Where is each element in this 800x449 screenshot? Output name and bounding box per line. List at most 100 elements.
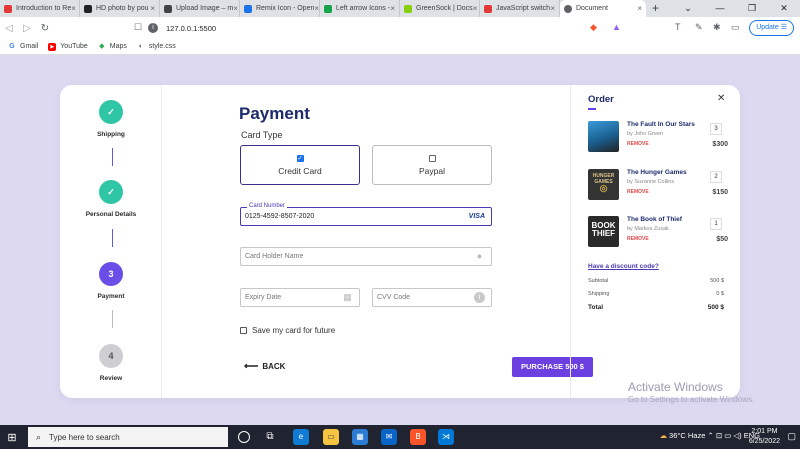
remove-button[interactable]: REMOVE: [627, 141, 649, 147]
address-bar[interactable]: i 127.0.0.1:5500: [148, 20, 626, 36]
discount-link[interactable]: Have a discount code?: [588, 263, 659, 270]
close-icon[interactable]: ×: [233, 4, 238, 13]
browser-tab[interactable]: Remix Icon - Open ×: [240, 0, 320, 17]
extensions-icon[interactable]: ✱: [713, 22, 721, 33]
close-icon[interactable]: ✕: [717, 93, 725, 104]
minimize-button[interactable]: —: [704, 0, 736, 17]
edge-icon[interactable]: e: [293, 429, 309, 445]
task-view-icon[interactable]: ⧉: [262, 429, 278, 445]
brave-rewards-icon[interactable]: ▲: [612, 22, 621, 32]
close-icon[interactable]: ×: [390, 4, 395, 13]
brave-icon[interactable]: B: [410, 429, 426, 445]
reload-icon[interactable]: ↻: [36, 23, 54, 34]
tab-strip: Introduction to Re × HD photo by pou × Upl…: [0, 0, 800, 17]
remove-button[interactable]: REMOVE: [627, 236, 649, 242]
bookmark-youtube[interactable]: ▶ YouTube: [48, 42, 88, 51]
credit-card-option[interactable]: ✓ Credit Card: [240, 145, 360, 185]
close-icon[interactable]: ×: [71, 4, 76, 13]
step-personal-details[interactable]: ✓ Personal Details: [60, 180, 162, 218]
taskbar-search[interactable]: ⌕ Type here to search: [28, 427, 228, 447]
card-type-label: Card Type: [241, 130, 283, 140]
checkbox-checked-icon: ✓: [296, 155, 304, 162]
browser-tab[interactable]: Upload Image – m ×: [160, 0, 240, 17]
tab-favicon-icon: [244, 4, 252, 13]
vscode-icon[interactable]: ⋊: [438, 429, 454, 445]
book-cover: BOOK THIEF: [588, 216, 619, 247]
browser-tab-active[interactable]: Document ×: [560, 0, 646, 17]
maps-icon: ◆: [99, 42, 105, 50]
order-title: Order: [588, 94, 614, 105]
expiry-date-field[interactable]: Expiry Date ▦: [240, 288, 360, 307]
cortana-icon[interactable]: [238, 431, 250, 443]
quantity-input[interactable]: 2: [710, 171, 722, 183]
browser-tab[interactable]: Introduction to Re ×: [0, 0, 80, 17]
back-icon[interactable]: ◁: [0, 23, 18, 34]
bookmark-gmail[interactable]: G Gmail: [8, 43, 38, 51]
brave-shield-icon[interactable]: ◆: [590, 22, 597, 33]
book-cover: [588, 121, 619, 152]
order-item: The Fault In Our Stars by John Green REM…: [588, 121, 728, 155]
back-button[interactable]: ⟵ BACK: [244, 361, 285, 372]
info-icon: i: [474, 292, 485, 303]
tab-favicon-icon: [404, 4, 412, 13]
weather-icon[interactable]: ☁: [659, 431, 667, 440]
item-price: $50: [716, 236, 728, 243]
close-icon[interactable]: ×: [550, 4, 555, 13]
calendar-icon: ▦: [343, 292, 352, 302]
page-title: Payment: [239, 104, 310, 123]
payment-form: Payment Card Type ✓ Credit Card Paypal C…: [162, 85, 593, 398]
close-icon[interactable]: ×: [637, 4, 642, 13]
browser-tab[interactable]: Left arrow Icons - ×: [320, 0, 400, 17]
bookmark-icon[interactable]: ☐: [134, 22, 142, 33]
step-number: 4: [99, 344, 123, 368]
browser-tab[interactable]: HD photo by pou ×: [80, 0, 160, 17]
translate-icon[interactable]: T: [675, 22, 681, 32]
tab-favicon-icon: [564, 4, 572, 13]
card-number-field[interactable]: Card Number 0125-4592-8507-2020 VISA: [240, 202, 492, 226]
tab-search-icon[interactable]: ⌄: [672, 0, 704, 17]
quantity-input[interactable]: 3: [710, 123, 722, 135]
card-holder-field[interactable]: Card Holder Name ●: [240, 247, 492, 266]
new-tab-button[interactable]: +: [652, 0, 659, 17]
subtotal-row: Subtotal 500 $: [588, 278, 724, 284]
close-icon[interactable]: ×: [150, 4, 155, 13]
order-item: BOOK THIEF The Book of Thief by Markus Zu…: [588, 216, 728, 250]
bookmark-maps[interactable]: ◆ Maps: [98, 43, 127, 51]
item-price: $150: [712, 189, 728, 196]
check-icon: ✓: [99, 100, 123, 124]
browser-tab[interactable]: JavaScript switch ×: [480, 0, 560, 17]
save-card-checkbox[interactable]: Save my card for future: [240, 326, 335, 335]
windows-taskbar: ⊞ ⌕ Type here to search ⧉ e ▭ ▦ ✉ B ⋊ ☁ …: [0, 425, 800, 449]
restore-button[interactable]: ❐: [736, 0, 768, 17]
close-window-button[interactable]: ✕: [768, 0, 800, 17]
shipping-row: Shipping 0 $: [588, 291, 724, 297]
close-icon[interactable]: ×: [314, 4, 319, 13]
file-explorer-icon[interactable]: ▭: [323, 429, 339, 445]
tab-favicon-icon: [324, 4, 332, 13]
google-icon: G: [9, 42, 15, 50]
step-shipping[interactable]: ✓ Shipping: [60, 100, 162, 138]
site-info-icon[interactable]: i: [148, 23, 158, 33]
bookmark-style-css[interactable]: ◐ style.css: [137, 43, 176, 51]
store-icon[interactable]: ▦: [352, 429, 368, 445]
system-tray: ☁ 36°C Haze ⌃ ⊡ ▭ ◁) ENG: [659, 431, 760, 440]
notification-icon[interactable]: ▢: [787, 431, 796, 442]
sidebar-icon[interactable]: ▭: [731, 22, 740, 33]
step-payment[interactable]: 3 Payment: [60, 262, 162, 300]
step-review[interactable]: 4 Review: [60, 344, 162, 382]
windows-start-icon[interactable]: ⊞: [0, 431, 24, 444]
cvv-field[interactable]: CVV Code i: [372, 288, 492, 307]
quantity-input[interactable]: 1: [710, 218, 722, 230]
title-underline: [588, 108, 596, 110]
taskbar-clock[interactable]: 2:01 PM 6/25/2022: [749, 427, 780, 447]
close-icon[interactable]: ×: [473, 4, 478, 13]
paypal-option[interactable]: Paypal: [372, 145, 492, 185]
eyedropper-icon[interactable]: ✎: [695, 22, 703, 33]
activate-windows-watermark: Activate Windows: [628, 380, 723, 394]
remove-button[interactable]: REMOVE: [627, 189, 649, 195]
forward-icon[interactable]: ▷: [18, 23, 36, 34]
update-button[interactable]: Update ☰: [749, 20, 794, 36]
browser-tab[interactable]: GreenSock | Docs ×: [400, 0, 480, 17]
tab-favicon-icon: [164, 4, 172, 13]
mail-icon[interactable]: ✉: [381, 429, 397, 445]
